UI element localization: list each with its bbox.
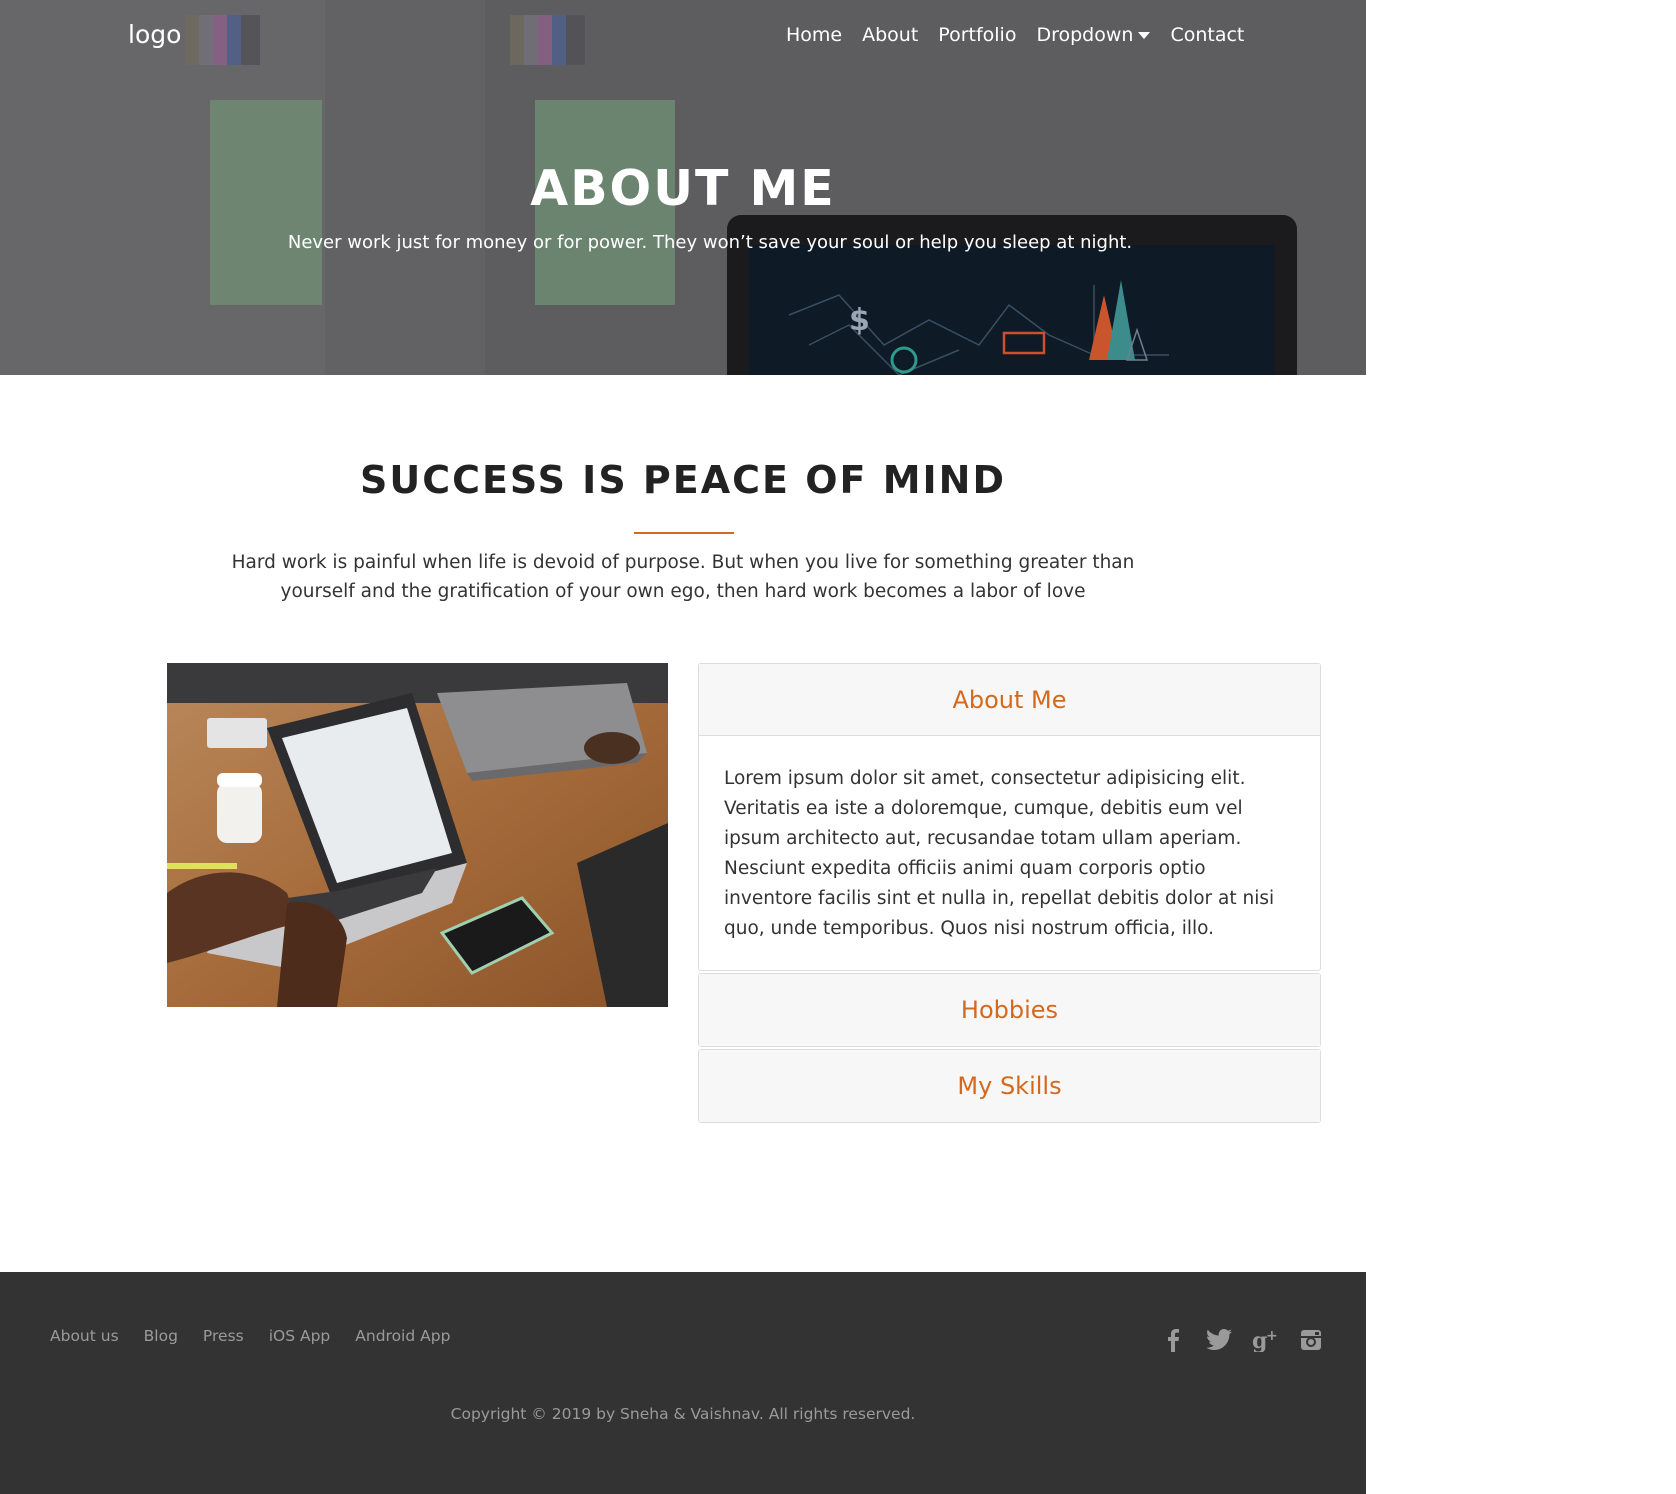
accordion-item-hobbies: Hobbies	[698, 973, 1321, 1047]
accordion-item-my-skills: My Skills	[698, 1049, 1321, 1123]
nav-link-contact[interactable]: Contact	[1160, 24, 1254, 46]
workspace-photo-graphic	[167, 663, 668, 1007]
hero-laptop-screen: $	[749, 245, 1274, 375]
accordion-item-about-me: About Me Lorem ipsum dolor sit amet, con…	[698, 663, 1321, 971]
footer-link-blog[interactable]: Blog	[144, 1327, 178, 1345]
title-divider	[634, 532, 734, 534]
nav-links: Home About Portfolio Dropdown Contact	[776, 24, 1254, 46]
nav-dropdown-toggle[interactable]: Dropdown	[1026, 24, 1160, 46]
accordion-header-about-me[interactable]: About Me	[699, 664, 1320, 736]
accordion: About Me Lorem ipsum dolor sit amet, con…	[698, 663, 1321, 1125]
footer-link-press[interactable]: Press	[203, 1327, 244, 1345]
footer-links: About us Blog Press iOS App Android App	[50, 1327, 475, 1345]
hero-title: ABOUT ME	[530, 160, 836, 217]
accordion-header-my-skills[interactable]: My Skills	[699, 1050, 1320, 1122]
accordion-header-hobbies[interactable]: Hobbies	[699, 974, 1320, 1046]
nav-link-about[interactable]: About	[852, 24, 928, 46]
section-title: SUCCESS IS PEACE OF MIND	[359, 458, 1007, 502]
footer: About us Blog Press iOS App Android App …	[0, 1272, 1366, 1494]
hero-screen-graphic: $	[788, 280, 1169, 375]
facebook-icon[interactable]	[1160, 1327, 1186, 1353]
social-icons: g +	[1160, 1327, 1324, 1353]
section-text: Hard work is painful when life is devoid…	[231, 552, 1135, 602]
accordion-body-about-me: Lorem ipsum dolor sit amet, consectetur …	[724, 768, 1275, 939]
nav-link-portfolio[interactable]: Portfolio	[928, 24, 1026, 46]
hero-subtitle: Never work just for money or for power. …	[287, 232, 1133, 253]
svg-text:$: $	[849, 303, 870, 338]
instagram-icon[interactable]	[1298, 1327, 1324, 1353]
footer-link-android-app[interactable]: Android App	[355, 1327, 450, 1345]
hero-section: $ logo Home About Portfolio Dropdown Con…	[0, 0, 1366, 375]
caret-down-icon	[1138, 31, 1151, 39]
workspace-photo	[167, 663, 668, 1007]
copyright-text: Copyright © 2019 by Sneha & Vaishnav. Al…	[450, 1405, 916, 1423]
twitter-icon[interactable]	[1206, 1327, 1232, 1353]
nav-link-home[interactable]: Home	[776, 24, 852, 46]
google-plus-icon[interactable]: g +	[1252, 1327, 1278, 1353]
svg-text:+: +	[1266, 1328, 1278, 1344]
footer-link-about-us[interactable]: About us	[50, 1327, 119, 1345]
footer-link-ios-app[interactable]: iOS App	[269, 1327, 331, 1345]
logo[interactable]: logo	[128, 20, 181, 49]
navbar: logo Home About Portfolio Dropdown Conta…	[0, 0, 1366, 74]
nav-dropdown-label: Dropdown	[1036, 24, 1134, 46]
